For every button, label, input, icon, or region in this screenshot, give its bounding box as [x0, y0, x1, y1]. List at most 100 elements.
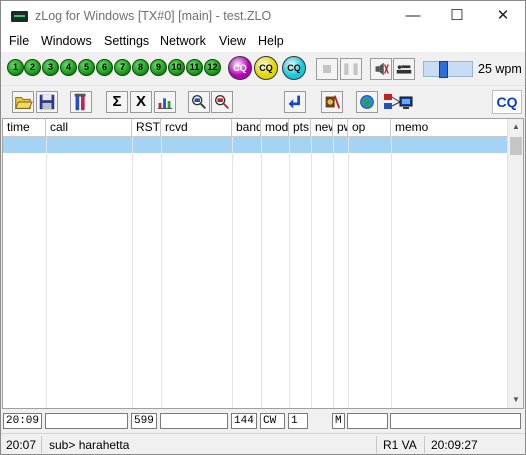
cw-memory-key-3[interactable]: 3: [42, 59, 59, 76]
mode-field[interactable]: CW: [260, 413, 285, 429]
statistics-button[interactable]: [154, 91, 176, 113]
col-mode[interactable]: mod: [261, 119, 289, 137]
cq-mode-indicator[interactable]: CQ: [492, 90, 522, 114]
save-icon: [39, 94, 55, 110]
main-toolbar: Σ X CQ: [1, 85, 525, 118]
network-icon: [384, 94, 413, 109]
app-icon: [11, 11, 28, 22]
open-button[interactable]: [12, 91, 34, 113]
log-grid[interactable]: time call RST rcvd band mod pts new pw o…: [2, 118, 524, 409]
menu-network[interactable]: Network: [160, 34, 206, 48]
menu-settings[interactable]: Settings: [104, 34, 149, 48]
zoom-out-button[interactable]: [211, 91, 233, 113]
grid-line: [232, 137, 233, 408]
new-field: [310, 413, 330, 429]
maximize-button[interactable]: ☐: [435, 1, 479, 32]
slider-thumb[interactable]: [439, 61, 448, 78]
col-new[interactable]: new: [311, 119, 333, 137]
menu-file[interactable]: File: [9, 34, 29, 48]
wpm-label: 25 wpm: [478, 62, 522, 76]
grid-line: [289, 137, 290, 408]
rig-icon: [325, 95, 341, 109]
grid-line: [333, 137, 334, 408]
cw-memory-key-1[interactable]: 1: [7, 59, 24, 76]
cq-button-2[interactable]: CQ: [254, 56, 278, 80]
col-rst[interactable]: RST: [132, 119, 161, 137]
cw-memory-key-8[interactable]: 8: [132, 59, 149, 76]
grid-line: [261, 137, 262, 408]
speaker-button[interactable]: [370, 58, 392, 80]
pause-icon: ❚❚: [341, 63, 361, 75]
menu-bar: File Windows Settings Network View Help: [1, 32, 525, 52]
col-rcvd[interactable]: rcvd: [161, 119, 232, 137]
stop-icon: [317, 59, 337, 79]
vertical-scrollbar[interactable]: ▲ ▼: [507, 119, 523, 408]
memo-field[interactable]: [390, 413, 521, 429]
return-button[interactable]: [284, 91, 306, 113]
col-band[interactable]: band: [232, 119, 261, 137]
paddle-key-icon: [396, 65, 412, 74]
cw-memory-key-7[interactable]: 7: [114, 59, 131, 76]
network-button[interactable]: [382, 91, 416, 113]
return-arrow-icon: [288, 95, 300, 109]
stop-button[interactable]: [316, 58, 338, 80]
delete-button[interactable]: X: [130, 91, 152, 113]
cw-memory-key-11[interactable]: 11: [186, 59, 203, 76]
cq-button-3[interactable]: CQ: [282, 56, 306, 80]
globe-icon: [360, 95, 374, 109]
cw-memory-key-5[interactable]: 5: [78, 59, 95, 76]
time-field[interactable]: 20:09: [3, 413, 42, 429]
save-button[interactable]: [36, 91, 58, 113]
op-field[interactable]: [347, 413, 388, 429]
x-icon: X: [135, 93, 146, 110]
col-call[interactable]: call: [46, 119, 132, 137]
col-memo[interactable]: memo: [391, 119, 509, 137]
bar-chart-icon: [157, 98, 173, 109]
zoom-in-icon: [191, 94, 207, 110]
minimize-button[interactable]: —: [391, 1, 435, 32]
app-window: zLog for Windows [TX#0] [main] - test.ZL…: [0, 0, 526, 455]
zoom-in-button[interactable]: [188, 91, 210, 113]
partial-check-icon: [74, 93, 86, 111]
rcvd-field[interactable]: [160, 413, 228, 429]
cw-speed-slider[interactable]: [423, 61, 473, 78]
call-field[interactable]: [45, 413, 128, 429]
rig-control-button[interactable]: [321, 91, 343, 113]
col-time[interactable]: time: [3, 119, 46, 137]
grid-header: time call RST rcvd band mod pts new pw o…: [3, 119, 509, 137]
scroll-up-icon[interactable]: ▲: [508, 119, 523, 135]
col-op[interactable]: op: [348, 119, 391, 137]
cw-memory-key-9[interactable]: 9: [150, 59, 167, 76]
summary-button[interactable]: Σ: [106, 91, 128, 113]
status-rig: R1 VA: [383, 438, 417, 452]
status-divider: [376, 436, 377, 453]
close-button[interactable]: ✕: [481, 1, 525, 32]
cw-memory-key-12[interactable]: 12: [204, 59, 221, 76]
grid-line: [161, 137, 162, 408]
open-icon: [15, 97, 33, 109]
scroll-down-icon[interactable]: ▼: [508, 392, 523, 408]
menu-help[interactable]: Help: [258, 34, 284, 48]
pw-field[interactable]: M: [332, 413, 345, 429]
cw-memory-key-4[interactable]: 4: [60, 59, 77, 76]
rst-field[interactable]: 599: [131, 413, 157, 429]
menu-view[interactable]: View: [219, 34, 246, 48]
pause-button[interactable]: ❚❚: [340, 58, 362, 80]
cw-memory-key-2[interactable]: 2: [24, 59, 41, 76]
globe-button[interactable]: [356, 91, 378, 113]
cw-memory-key-10[interactable]: 10: [168, 59, 185, 76]
close-icon: ✕: [496, 7, 510, 24]
partial-check-button[interactable]: [70, 91, 92, 113]
menu-windows[interactable]: Windows: [41, 34, 92, 48]
col-pts[interactable]: pts: [289, 119, 311, 137]
cq-button-1[interactable]: CQ: [228, 56, 252, 80]
status-clock: 20:09:27: [431, 438, 478, 452]
cw-memory-key-6[interactable]: 6: [96, 59, 113, 76]
scroll-thumb[interactable]: [510, 137, 522, 155]
col-pw[interactable]: pw: [333, 119, 348, 137]
selected-row[interactable]: [3, 137, 509, 153]
band-field[interactable]: 144: [231, 413, 257, 429]
qso-entry-row: 20:09 599 144 CW 1 M: [1, 410, 525, 432]
key-button[interactable]: [393, 58, 415, 80]
power-field[interactable]: 1: [288, 413, 308, 429]
